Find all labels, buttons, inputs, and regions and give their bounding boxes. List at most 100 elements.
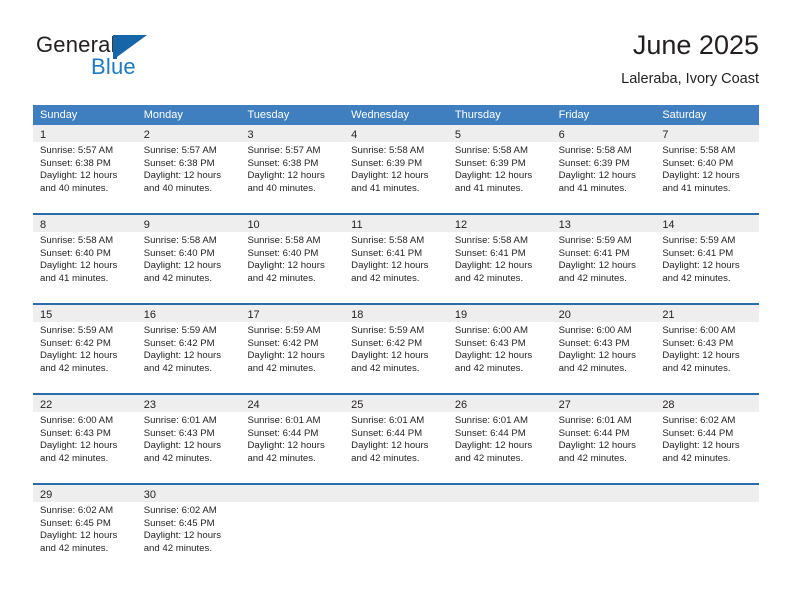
day-number-band: 18: [344, 305, 448, 322]
weekday-tuesday: Tuesday: [247, 109, 290, 121]
day-cell[interactable]: 22 Sunrise: 6:00 AM Sunset: 6:43 PM Dayl…: [33, 395, 137, 483]
day-number: 26: [454, 399, 468, 411]
day-number-band: 21: [655, 305, 760, 322]
day-cell[interactable]: 3 Sunrise: 5:57 AM Sunset: 6:38 PM Dayli…: [240, 125, 345, 213]
day-cell[interactable]: 16 Sunrise: 5:59 AM Sunset: 6:42 PM Dayl…: [136, 305, 241, 393]
day-number: 20: [558, 309, 571, 321]
daylight-text: Daylight: 12 hours and 42 minutes.: [143, 350, 222, 374]
day-number: 4: [351, 129, 358, 141]
day-number-band: [551, 485, 656, 502]
sunrise-text: Sunrise: 5:59 AM: [662, 235, 736, 246]
weekday-thursday: Thursday: [454, 109, 501, 121]
day-info: Sunrise: 5:58 AM Sunset: 6:41 PM Dayligh…: [448, 232, 552, 285]
daylight-text: Daylight: 12 hours and 42 minutes.: [40, 530, 118, 554]
sunrise-text: Sunrise: 6:01 AM: [558, 415, 632, 426]
day-cell[interactable]: 4 Sunrise: 5:58 AM Sunset: 6:39 PM Dayli…: [344, 125, 448, 213]
day-number-band: 6: [551, 125, 656, 142]
day-info: Sunrise: 6:00 AM Sunset: 6:43 PM Dayligh…: [552, 322, 656, 375]
day-cell[interactable]: 14 Sunrise: 5:59 AM Sunset: 6:41 PM Dayl…: [655, 215, 760, 303]
day-cell[interactable]: 10 Sunrise: 5:58 AM Sunset: 6:40 PM Dayl…: [240, 215, 345, 303]
sunrise-text: Sunrise: 5:59 AM: [558, 235, 632, 246]
day-cell[interactable]: 6 Sunrise: 5:58 AM Sunset: 6:39 PM Dayli…: [551, 125, 656, 213]
weekday-header-row: Sunday Monday Tuesday Wednesday Thursday…: [33, 105, 759, 125]
day-info: Sunrise: 5:58 AM Sunset: 6:39 PM Dayligh…: [344, 142, 448, 195]
day-info: Sunrise: 6:01 AM Sunset: 6:44 PM Dayligh…: [240, 412, 344, 465]
day-number: 21: [662, 309, 675, 321]
sunset-text: Sunset: 6:42 PM: [247, 337, 319, 349]
day-number-band: 25: [344, 395, 448, 412]
day-cell[interactable]: 7 Sunrise: 5:58 AM Sunset: 6:40 PM Dayli…: [655, 125, 760, 213]
day-cell[interactable]: 23 Sunrise: 6:01 AM Sunset: 6:43 PM Dayl…: [136, 395, 241, 483]
day-cell[interactable]: 27 Sunrise: 6:01 AM Sunset: 6:44 PM Dayl…: [551, 395, 656, 483]
day-info: Sunrise: 5:57 AM Sunset: 6:38 PM Dayligh…: [137, 142, 241, 195]
day-cell[interactable]: 19 Sunrise: 6:00 AM Sunset: 6:43 PM Dayl…: [447, 305, 552, 393]
page-subtitle: Laleraba, Ivory Coast: [621, 71, 759, 87]
sunset-text: Sunset: 6:44 PM: [558, 427, 630, 439]
daylight-text: Daylight: 12 hours and 42 minutes.: [247, 260, 325, 284]
day-number-band: 23: [136, 395, 241, 412]
sunset-text: Sunset: 6:40 PM: [662, 157, 734, 169]
generalblue-logo[interactable]: General Blue: [36, 33, 216, 89]
day-number-band: [344, 485, 448, 502]
sunrise-text: Sunrise: 6:00 AM: [662, 325, 736, 336]
day-number: 7: [662, 129, 669, 141]
day-info: Sunrise: 6:02 AM Sunset: 6:45 PM Dayligh…: [33, 502, 137, 555]
daylight-text: Daylight: 12 hours and 42 minutes.: [662, 440, 740, 464]
day-cell[interactable]: 17 Sunrise: 5:59 AM Sunset: 6:42 PM Dayl…: [240, 305, 345, 393]
day-cell[interactable]: 25 Sunrise: 6:01 AM Sunset: 6:44 PM Dayl…: [344, 395, 448, 483]
day-info: Sunrise: 6:01 AM Sunset: 6:44 PM Dayligh…: [344, 412, 448, 465]
day-number: 28: [662, 399, 675, 411]
daylight-text: Daylight: 12 hours and 42 minutes.: [454, 350, 533, 374]
day-number: 24: [247, 399, 260, 411]
day-number-band: 2: [136, 125, 241, 142]
day-cell[interactable]: 13 Sunrise: 5:59 AM Sunset: 6:41 PM Dayl…: [551, 215, 656, 303]
sunset-text: Sunset: 6:39 PM: [558, 157, 630, 169]
day-cell[interactable]: 28 Sunrise: 6:02 AM Sunset: 6:44 PM Dayl…: [655, 395, 760, 483]
daylight-text: Daylight: 12 hours and 41 minutes.: [558, 170, 636, 194]
day-number: 5: [454, 129, 461, 141]
day-cell[interactable]: 15 Sunrise: 5:59 AM Sunset: 6:42 PM Dayl…: [33, 305, 137, 393]
day-cell[interactable]: 12 Sunrise: 5:58 AM Sunset: 6:41 PM Dayl…: [447, 215, 552, 303]
day-cell[interactable]: 20 Sunrise: 6:00 AM Sunset: 6:43 PM Dayl…: [551, 305, 656, 393]
day-info: Sunrise: 6:00 AM Sunset: 6:43 PM Dayligh…: [33, 412, 137, 465]
daylight-text: Daylight: 12 hours and 42 minutes.: [143, 530, 222, 554]
daylight-text: Daylight: 12 hours and 41 minutes.: [351, 170, 429, 194]
day-info: Sunrise: 6:00 AM Sunset: 6:43 PM Dayligh…: [448, 322, 552, 375]
day-cell[interactable]: 11 Sunrise: 5:58 AM Sunset: 6:41 PM Dayl…: [344, 215, 448, 303]
day-number-band: [655, 485, 760, 502]
day-number-band: 22: [33, 395, 137, 412]
day-number: 27: [558, 399, 571, 411]
logo-text-blue: Blue: [91, 54, 136, 79]
sunrise-text: Sunrise: 5:57 AM: [247, 145, 321, 156]
day-cell[interactable]: 26 Sunrise: 6:01 AM Sunset: 6:44 PM Dayl…: [447, 395, 552, 483]
week-row: 22 Sunrise: 6:00 AM Sunset: 6:43 PM Dayl…: [33, 393, 760, 483]
sunrise-text: Sunrise: 5:58 AM: [143, 235, 217, 246]
day-info: Sunrise: 6:01 AM Sunset: 6:43 PM Dayligh…: [137, 412, 241, 465]
daylight-text: Daylight: 12 hours and 42 minutes.: [247, 350, 325, 374]
day-info: Sunrise: 6:00 AM Sunset: 6:43 PM Dayligh…: [655, 322, 759, 375]
day-cell[interactable]: 18 Sunrise: 5:59 AM Sunset: 6:42 PM Dayl…: [344, 305, 448, 393]
day-cell[interactable]: 1 Sunrise: 5:57 AM Sunset: 6:38 PM Dayli…: [33, 125, 137, 213]
week-row: 15 Sunrise: 5:59 AM Sunset: 6:42 PM Dayl…: [33, 303, 760, 393]
day-number-band: 26: [447, 395, 552, 412]
day-number-band: 5: [447, 125, 552, 142]
day-cell[interactable]: 21 Sunrise: 6:00 AM Sunset: 6:43 PM Dayl…: [655, 305, 760, 393]
day-number: 16: [143, 309, 156, 321]
day-cell[interactable]: 8 Sunrise: 5:58 AM Sunset: 6:40 PM Dayli…: [33, 215, 137, 303]
daylight-text: Daylight: 12 hours and 41 minutes.: [40, 260, 118, 284]
page-title: June 2025: [632, 30, 759, 60]
day-cell[interactable]: 9 Sunrise: 5:58 AM Sunset: 6:40 PM Dayli…: [136, 215, 241, 303]
day-number: 2: [143, 129, 150, 141]
day-cell[interactable]: 24 Sunrise: 6:01 AM Sunset: 6:44 PM Dayl…: [240, 395, 345, 483]
day-number-band: 17: [240, 305, 345, 322]
day-number-band: [447, 485, 552, 502]
day-cell[interactable]: 30 Sunrise: 6:02 AM Sunset: 6:45 PM Dayl…: [136, 485, 241, 573]
day-cell[interactable]: 5 Sunrise: 5:58 AM Sunset: 6:39 PM Dayli…: [447, 125, 552, 213]
daylight-text: Daylight: 12 hours and 42 minutes.: [662, 350, 740, 374]
day-cell[interactable]: 2 Sunrise: 5:57 AM Sunset: 6:38 PM Dayli…: [136, 125, 241, 213]
day-cell[interactable]: 29 Sunrise: 6:02 AM Sunset: 6:45 PM Dayl…: [33, 485, 137, 573]
day-cell-empty: [240, 485, 345, 573]
sunset-text: Sunset: 6:38 PM: [143, 157, 215, 169]
day-number: 14: [662, 219, 675, 231]
daylight-text: Daylight: 12 hours and 42 minutes.: [143, 260, 222, 284]
